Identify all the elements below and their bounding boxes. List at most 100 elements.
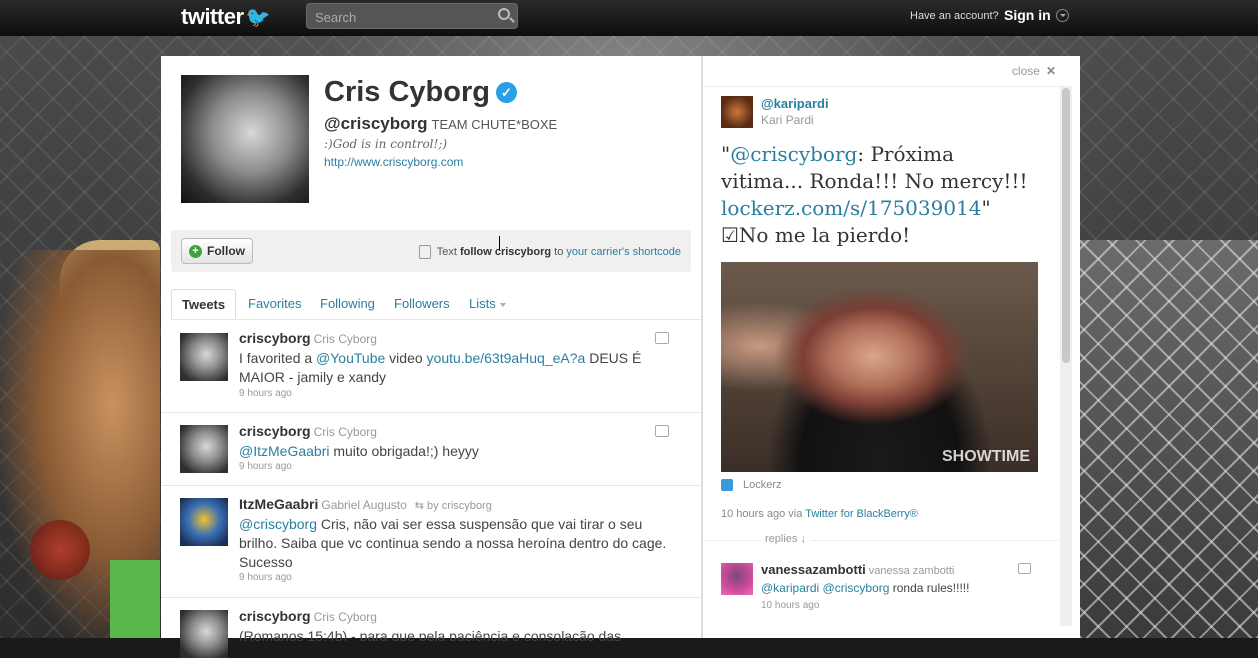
text-cursor (499, 236, 500, 250)
signin-label: Sign in (1004, 7, 1051, 23)
carrier-shortcode-link[interactable]: your carrier's shortcode (566, 246, 681, 258)
tweet-username[interactable]: criscyborg (239, 423, 311, 439)
reply-icon[interactable] (1018, 563, 1031, 574)
tweet-url-link[interactable]: youtu.be/63t9aHuq_eA?a (427, 350, 586, 366)
profile-handle: @criscyborg TEAM CHUTE*BOXE (324, 114, 557, 134)
tweet-timestamp[interactable]: 9 hours ago (239, 461, 292, 472)
tweet-username[interactable]: ItzMeGaabri (239, 496, 318, 512)
reply-timestamp[interactable]: 10 hours ago (761, 600, 819, 611)
tweet-text: @ItzMeGaabri muito obrigada!;) heyyy (239, 442, 679, 461)
detail-meta: 10 hours ago via Twitter for BlackBerry® (721, 508, 918, 520)
reply-username[interactable]: vanessazambotti (761, 562, 866, 577)
tweet-avatar[interactable] (180, 498, 228, 546)
profile-avatar[interactable] (181, 75, 309, 203)
detail-url-link[interactable]: lockerz.com/s/175039014 (721, 196, 982, 220)
search-input[interactable] (313, 7, 492, 27)
tab-lists-label: Lists (469, 296, 496, 311)
detail-text-part: " (721, 142, 731, 166)
have-account-text: Have an account? (910, 10, 999, 22)
retweet-icon: ⇆ (414, 500, 428, 512)
tweet-username[interactable]: criscyborg (239, 330, 311, 346)
follow-label: Follow (207, 244, 245, 258)
profile-name-text: Cris Cyborg (324, 76, 490, 108)
detail-avatar[interactable] (721, 96, 753, 128)
tweet-avatar[interactable] (180, 425, 228, 473)
tweet-fullname: Cris Cyborg (313, 332, 377, 346)
detail-username[interactable]: @karipardi (761, 96, 829, 111)
tweet-item[interactable]: criscyborg Cris Cyborg @ItzMeGaabri muito… (161, 413, 701, 486)
search-box (306, 3, 518, 29)
detail-client-link[interactable]: Twitter for BlackBerry® (805, 508, 918, 520)
tweet-item[interactable]: ItzMeGaabri Gabriel Augusto ⇆ by criscybor… (161, 486, 701, 598)
reply-text-part: ronda rules!!!!! (889, 581, 970, 595)
verified-badge-icon: ✓ (495, 82, 517, 103)
tweet-text: @criscyborg Cris, não vai ser essa suspe… (239, 515, 679, 572)
search-icon[interactable] (498, 8, 510, 20)
tweet-username[interactable]: criscyborg (239, 608, 311, 624)
scrollbar-thumb[interactable] (1062, 88, 1070, 363)
photo-watermark: SHOWTIME (942, 448, 1030, 465)
twitter-logo[interactable]: twitter 🐦 (181, 4, 271, 29)
media-source[interactable]: Lockerz (721, 479, 782, 491)
sms-follow-hint: Text follow criscyborg to your carrier's… (418, 245, 681, 259)
detail-photo[interactable]: SHOWTIME (721, 262, 1038, 472)
reply-mention-link[interactable]: @criscyborg (823, 581, 890, 595)
tab-favorites[interactable]: Favorites (248, 289, 301, 319)
tweet-avatar[interactable] (180, 333, 228, 381)
tab-following[interactable]: Following (320, 289, 375, 319)
tweet-header: criscyborg Cris Cyborg (239, 608, 377, 624)
tweet-header: ItzMeGaabri Gabriel Augusto ⇆ by criscybor… (239, 496, 492, 512)
follow-button[interactable]: + Follow (181, 238, 253, 264)
detail-time[interactable]: 10 hours ago via (721, 508, 802, 520)
sms-command: follow criscyborg (460, 246, 552, 258)
tweet-item[interactable]: criscyborg Cris Cyborg (Romanos 15:4b) - … (161, 598, 701, 658)
reply-fullname: vanessa zambotti (868, 565, 955, 577)
close-button[interactable]: close ✕ (1012, 64, 1056, 78)
reply-icon[interactable] (655, 425, 669, 437)
tweet-detail-pane: close ✕ @karipardi Kari Pardi "@criscybor… (703, 56, 1080, 638)
reply-avatar[interactable] (721, 563, 753, 595)
media-source-label: Lockerz (743, 479, 782, 491)
tab-tweets[interactable]: Tweets (171, 289, 237, 319)
retweet-by: by criscyborg (427, 500, 492, 512)
tweet-header: criscyborg Cris Cyborg (239, 330, 377, 346)
signin-button[interactable]: Sign in (1004, 7, 1069, 23)
phone-icon (418, 245, 431, 259)
tweet-mention-link[interactable]: @criscyborg (239, 516, 317, 532)
sms-to: to (554, 246, 564, 258)
follow-bar: + Follow Text follow criscyborg to your … (171, 230, 691, 272)
bird-icon: 🐦 (245, 6, 271, 29)
reply-text: @karipardi @criscyborg ronda rules!!!!! (761, 581, 969, 595)
lockerz-icon (721, 479, 733, 491)
tweet-avatar[interactable] (180, 610, 228, 658)
profile-bio: :)God is in control!;) (324, 137, 448, 151)
profile-url[interactable]: http://www.criscyborg.com (324, 155, 463, 169)
tweet-item[interactable]: criscyborg Cris Cyborg I favorited a @You… (161, 320, 701, 413)
chevron-down-icon (499, 302, 506, 307)
tweet-timestamp[interactable]: 9 hours ago (239, 388, 292, 399)
sms-prefix: Text (436, 246, 457, 258)
reply-mention-link[interactable]: @karipardi (761, 581, 819, 595)
profile-tabs: Tweets Favorites Following Followers Lis… (171, 289, 701, 320)
tweet-mention-link[interactable]: @ItzMeGaabri (239, 443, 329, 459)
tab-followers[interactable]: Followers (394, 289, 450, 319)
profile-panel: Cris Cyborg ✓ @criscyborg TEAM CHUTE*BOXE… (161, 56, 701, 658)
tweet-fullname: Cris Cyborg (313, 610, 377, 624)
top-bar: twitter 🐦 Have an account? Sign in (0, 0, 1258, 36)
replies-label: replies ↓ (761, 533, 810, 545)
tweet-fullname: Gabriel Augusto (321, 498, 407, 512)
tweet-mention-link[interactable]: @YouTube (316, 350, 385, 366)
detail-mention-link[interactable]: @criscyborg (730, 142, 857, 166)
tweet-header: criscyborg Cris Cyborg (239, 423, 377, 439)
media-icon[interactable] (655, 332, 669, 344)
tweet-timestamp[interactable]: 9 hours ago (239, 572, 292, 583)
detail-tweet-text: "@criscyborg: Próxima vitima... Ronda!!!… (721, 141, 1041, 249)
tweet-text: I favorited a @YouTube video youtu.be/63… (239, 349, 679, 387)
tweet-text-part: (Romanos 15:4b) - para que pela paciênci… (239, 628, 622, 641)
chevron-down-icon (1055, 8, 1069, 22)
tweet-text-part: I favorited a (239, 350, 317, 366)
retweet-indicator: ⇆ by criscyborg (415, 500, 492, 512)
tab-lists[interactable]: Lists (469, 289, 506, 319)
reply-header: vanessazambotti vanessa zambotti (761, 562, 954, 577)
profile-team: TEAM CHUTE*BOXE (431, 117, 558, 132)
